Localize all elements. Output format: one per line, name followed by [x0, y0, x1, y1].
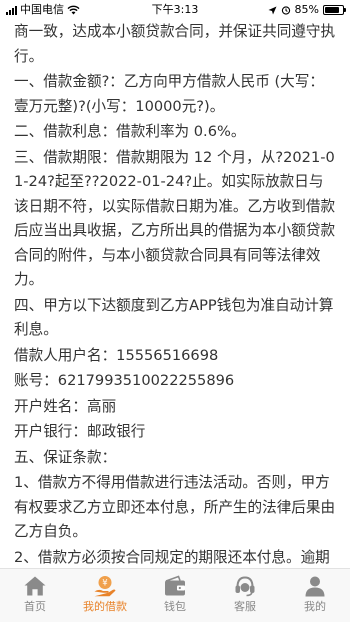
- bottom-tab-bar: 首页 ¥ 我的借款 钱包 客服 我的: [0, 568, 350, 622]
- battery-icon: [323, 5, 346, 15]
- location-icon: [268, 6, 277, 14]
- alarm-icon: [281, 6, 290, 15]
- account-holder-name: 开户姓名：高丽: [14, 397, 117, 415]
- tab-profile-label: 我的: [304, 600, 326, 613]
- clause-term: 三、借款期限：借款期限为 12 个月，从?2021-01-24?起至??2022…: [14, 148, 336, 289]
- wallet-icon: [165, 575, 185, 596]
- borrower-username: 借款人用户名：15556516698: [14, 346, 219, 364]
- loan-icon: ¥: [94, 576, 116, 597]
- tab-customer-service[interactable]: 客服: [210, 569, 280, 622]
- clause-interest-calc: 四、甲方以下达额度到乙方APP钱包为准自动计算利息。: [14, 296, 334, 339]
- guarantee-item-2: 2、借款方必须按合同规定的期限还本付息。逾期不还的部分，借款方有权限期追回借款并…: [14, 548, 330, 566]
- tab-wallet[interactable]: 钱包: [140, 569, 210, 622]
- status-left: 中国电信: [6, 0, 80, 20]
- status-bar: 下午3:13 中国电信 85%: [0, 0, 350, 20]
- account-bank: 开户银行：邮政银行: [14, 423, 146, 440]
- clause-loan-amount: 一、借款金额?：乙方向甲方借款人民币 (大写：壹万元整)?(小写：10000元?…: [14, 73, 324, 115]
- wifi-icon: [67, 5, 80, 15]
- tab-profile[interactable]: 我的: [280, 569, 350, 622]
- guarantee-item-1: 1、借款方不得用借款进行违法活动。否则，甲方有权要求乙方立即还本付息，所产生的法…: [14, 474, 336, 540]
- battery-percent: 85%: [294, 3, 319, 16]
- tab-home[interactable]: 首页: [0, 569, 70, 622]
- customer-service-icon: [235, 576, 255, 597]
- home-icon: [24, 576, 46, 596]
- profile-icon: [305, 576, 325, 597]
- contract-text: 商一致，达成本小额贷款合同，并保证共同遵守执行。 一、借款金额?：乙方向甲方借款…: [0, 20, 350, 568]
- account-number: 账号：6217993510022255896: [14, 372, 235, 389]
- svg-text:¥: ¥: [102, 579, 108, 589]
- clause-interest: 二、借款利息：借款利率为 0.6%。: [14, 123, 246, 140]
- clause-guarantee-heading: 五、保证条款：: [14, 448, 117, 466]
- screen: 下午3:13 中国电信 85% 商一致，达成本小额贷款合同，并保证共同遵守执行。…: [0, 0, 350, 622]
- tab-my-loans-label: 我的借款: [83, 600, 127, 613]
- status-right: 85%: [268, 0, 346, 20]
- tab-wallet-label: 钱包: [164, 600, 186, 613]
- contract-intro: 商一致，达成本小额贷款合同，并保证共同遵守执行。: [14, 23, 336, 65]
- carrier-label: 中国电信: [20, 3, 64, 16]
- cellular-signal-icon: [6, 5, 17, 15]
- tab-customer-service-label: 客服: [234, 600, 256, 613]
- tab-my-loans[interactable]: ¥ 我的借款: [70, 569, 140, 622]
- battery-level: [325, 7, 339, 13]
- tab-home-label: 首页: [24, 600, 46, 613]
